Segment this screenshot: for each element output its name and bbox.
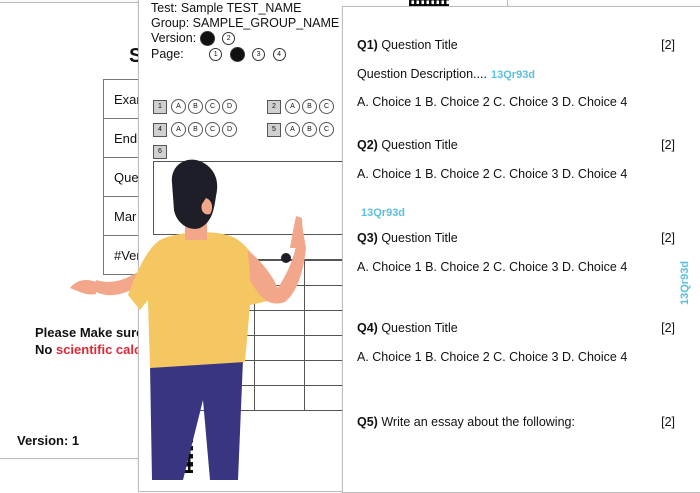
- question-title: Q5) Write an essay about the following:: [357, 415, 575, 429]
- question-title-text: Question Title: [381, 38, 458, 52]
- option-bubble[interactable]: B: [302, 122, 317, 137]
- question-label: Q4): [357, 321, 378, 335]
- question-mark: [2]: [661, 231, 675, 245]
- cover-note-calculator: No scientific calcu: [35, 342, 149, 357]
- question-label: Q2): [357, 138, 378, 152]
- question-label: Q1): [357, 38, 378, 52]
- page-bubble[interactable]: 3: [252, 48, 266, 62]
- option-bubble[interactable]: C: [319, 99, 334, 114]
- question-choices: A. Choice 1 B. Choice 2 C. Choice 3 D. C…: [357, 350, 628, 364]
- answer-row: 5 A B C: [267, 122, 336, 137]
- question-sheet: Q1) Question Title [2] Question Descript…: [342, 6, 700, 493]
- answer-grid: [153, 259, 355, 411]
- question-number: 5: [267, 122, 281, 137]
- qr-code: [153, 433, 193, 473]
- option-bubble[interactable]: B: [302, 99, 317, 114]
- version-bubble-filled[interactable]: [199, 31, 215, 47]
- option-bubble[interactable]: A: [171, 99, 186, 114]
- answer-row: 4 A B C D: [153, 122, 239, 137]
- option-bubble[interactable]: B: [188, 122, 203, 137]
- question-mark: [2]: [661, 138, 675, 152]
- question-title: Q1) Question Title: [357, 38, 458, 52]
- test-name: Test: Sample TEST_NAME: [151, 1, 302, 15]
- question-choices: A. Choice 1 B. Choice 2 C. Choice 3 D. C…: [357, 260, 628, 274]
- page-bubble-filled[interactable]: [229, 47, 245, 63]
- question-choices: A. Choice 1 B. Choice 2 C. Choice 3 D. C…: [357, 95, 628, 109]
- group-name: Group: SAMPLE_GROUP_NAME: [151, 16, 340, 30]
- version-bubble[interactable]: 2: [222, 32, 236, 46]
- question-title-text: Question Title: [381, 138, 458, 152]
- question-number: 2: [267, 99, 281, 114]
- question-title: Q3) Question Title: [357, 231, 458, 245]
- answer-row: 1 A B C D: [153, 99, 239, 114]
- cover-version: Version: 1: [17, 433, 80, 448]
- page-bubble[interactable]: 4: [272, 48, 286, 62]
- option-bubble[interactable]: C: [319, 122, 334, 137]
- version-label: Version:: [151, 31, 197, 45]
- question-number: 1: [153, 99, 167, 114]
- version-row: Version: 2: [151, 31, 239, 47]
- answer-row: 6: [153, 145, 171, 159]
- question-title-text: Write an essay about the following:: [381, 415, 575, 429]
- option-bubble[interactable]: B: [188, 99, 203, 114]
- answer-row: 2 A B C: [267, 99, 336, 114]
- option-bubble[interactable]: D: [222, 99, 237, 114]
- question-title-text: Question Title: [381, 231, 458, 245]
- cover-note: Please Make sure: [35, 325, 144, 340]
- question-number: 6: [153, 145, 167, 159]
- question-mark: [2]: [661, 415, 675, 429]
- question-label: Q5): [357, 415, 378, 429]
- essay-answer-box[interactable]: [153, 161, 365, 235]
- question-label: Q3): [357, 231, 378, 245]
- option-bubble[interactable]: A: [171, 122, 186, 137]
- question-choices: A. Choice 1 B. Choice 2 C. Choice 3 D. C…: [357, 167, 628, 181]
- question-mark: [2]: [661, 38, 675, 52]
- watermark: 13Qr93d: [491, 69, 536, 81]
- note-prefix: No: [35, 342, 53, 357]
- question-mark: [2]: [661, 321, 675, 335]
- option-bubble[interactable]: A: [285, 122, 300, 137]
- question-description: Question Description....: [357, 67, 487, 81]
- question-number: 4: [153, 122, 167, 137]
- page-label: Page:: [151, 47, 184, 61]
- note-red-text: scientific calcu: [55, 342, 150, 357]
- question-title: Q2) Question Title: [357, 138, 458, 152]
- page-row: Page: 1 3 4: [151, 47, 290, 63]
- option-bubble[interactable]: C: [205, 122, 220, 137]
- option-bubble[interactable]: D: [222, 122, 237, 137]
- watermark-vertical: 13Qr93d: [679, 260, 691, 305]
- option-bubble[interactable]: C: [205, 99, 220, 114]
- watermark: 13Qr93d: [361, 207, 406, 219]
- option-bubble[interactable]: A: [285, 99, 300, 114]
- question-title: Q4) Question Title: [357, 321, 458, 335]
- page-bubble[interactable]: 1: [209, 48, 223, 62]
- question-title-text: Question Title: [381, 321, 458, 335]
